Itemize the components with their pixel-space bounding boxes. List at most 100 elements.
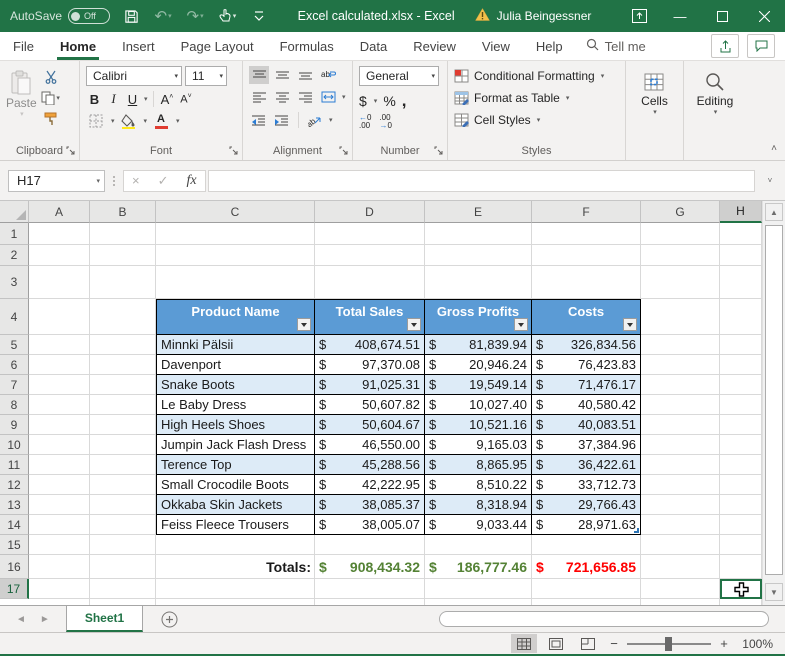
paste-button[interactable]: Paste ▾: [6, 66, 37, 118]
gross-profit-cell[interactable]: $81,839.94: [425, 335, 532, 354]
align-left-icon[interactable]: [249, 88, 269, 106]
gross-profit-cell[interactable]: $10,521.16: [425, 415, 532, 434]
gross-profit-cell[interactable]: $20,946.24: [425, 355, 532, 374]
decrease-indent-icon[interactable]: [249, 111, 269, 129]
new-sheet-icon[interactable]: [161, 606, 178, 632]
zoom-in-icon[interactable]: +: [717, 636, 731, 651]
selected-cell-H17[interactable]: [720, 579, 762, 599]
column-header-B[interactable]: B: [90, 201, 156, 223]
orientation-icon[interactable]: ab: [305, 111, 325, 129]
totals-sales-cell[interactable]: $908,434.32: [315, 555, 425, 579]
minimize-button[interactable]: —: [659, 0, 701, 32]
row-header-9[interactable]: 9: [0, 415, 29, 435]
total-sales-cell[interactable]: $408,674.51: [315, 335, 425, 354]
tab-file[interactable]: File: [0, 32, 47, 60]
normal-view-icon[interactable]: [511, 634, 537, 653]
total-sales-cell[interactable]: $50,604.67: [315, 415, 425, 434]
italic-button[interactable]: I: [105, 91, 122, 107]
tab-formulas[interactable]: Formulas: [267, 32, 347, 60]
name-box[interactable]: H17 ▾: [8, 169, 105, 192]
total-sales-cell[interactable]: $50,607.82: [315, 395, 425, 414]
number-dialog-launcher-icon[interactable]: [434, 146, 444, 156]
vertical-scrollbar[interactable]: ▲ ▼: [762, 201, 785, 605]
row-header-5[interactable]: 5: [0, 335, 29, 355]
select-all-button[interactable]: [0, 201, 29, 223]
user-name[interactable]: Julia Beingessner: [497, 9, 592, 23]
save-icon[interactable]: [120, 4, 142, 28]
clipboard-dialog-launcher-icon[interactable]: [66, 146, 76, 156]
cost-cell[interactable]: $326,834.56: [532, 335, 641, 354]
horizontal-scrollbar[interactable]: [439, 606, 785, 632]
fill-color-icon[interactable]: [119, 112, 139, 130]
total-sales-cell[interactable]: $46,550.00: [315, 435, 425, 454]
product-name-cell[interactable]: Snake Boots: [156, 375, 315, 394]
product-name-cell[interactable]: Terence Top: [156, 455, 315, 474]
row-header-17[interactable]: 17: [0, 579, 29, 599]
row-header-12[interactable]: 12: [0, 475, 29, 495]
expand-formula-bar-icon[interactable]: ˅: [761, 176, 779, 185]
cells-button[interactable]: Cells ▾: [641, 66, 668, 141]
collapse-ribbon-icon[interactable]: ˄: [771, 143, 777, 154]
borders-icon[interactable]: [86, 112, 106, 130]
column-header-H[interactable]: H: [720, 201, 762, 223]
insert-function-icon[interactable]: fx: [187, 173, 197, 189]
increase-indent-icon[interactable]: [272, 111, 292, 129]
underline-button[interactable]: U: [124, 92, 141, 107]
product-name-cell[interactable]: Feiss Fleece Trousers: [156, 515, 315, 534]
table-header-costs[interactable]: Costs: [532, 299, 641, 335]
font-size-select[interactable]: 11 ▾: [185, 66, 227, 86]
page-layout-view-icon[interactable]: [543, 634, 569, 653]
totals-cost-cell[interactable]: $721,656.85: [532, 555, 641, 579]
font-name-select[interactable]: Calibri ▾: [86, 66, 182, 86]
row-header-4[interactable]: 4: [0, 299, 29, 335]
total-sales-cell[interactable]: $42,222.95: [315, 475, 425, 494]
font-dialog-launcher-icon[interactable]: [229, 146, 239, 156]
cell-styles-button[interactable]: Cell Styles ▾: [454, 109, 619, 131]
column-header-C[interactable]: C: [156, 201, 315, 223]
scroll-up-icon[interactable]: ▲: [765, 203, 783, 221]
align-middle-icon[interactable]: [272, 66, 292, 84]
increase-decimal-icon[interactable]: ←0.00: [359, 114, 371, 130]
cancel-icon[interactable]: ×: [132, 173, 140, 188]
sheet-tab-sheet1[interactable]: Sheet1: [65, 606, 144, 632]
next-sheet-icon[interactable]: ►: [40, 614, 50, 625]
zoom-level[interactable]: 100%: [737, 637, 773, 651]
filter-dropdown-icon[interactable]: [623, 318, 637, 331]
cost-cell[interactable]: $71,476.17: [532, 375, 641, 394]
gross-profit-cell[interactable]: $8,865.95: [425, 455, 532, 474]
row-header-13[interactable]: 13: [0, 495, 29, 515]
underline-dropdown-icon[interactable]: ▾: [144, 95, 148, 103]
formula-input[interactable]: [207, 169, 755, 192]
product-name-cell[interactable]: Okkaba Skin Jackets: [156, 495, 315, 514]
total-sales-cell[interactable]: $91,025.31: [315, 375, 425, 394]
column-header-D[interactable]: D: [315, 201, 425, 223]
vertical-scrollbar-thumb[interactable]: [765, 225, 783, 575]
cost-cell[interactable]: $28,971.63: [532, 515, 641, 534]
column-header-G[interactable]: G: [641, 201, 720, 223]
font-color-icon[interactable]: A: [151, 112, 171, 130]
cost-cell[interactable]: $76,423.83: [532, 355, 641, 374]
row-header-3[interactable]: 3: [0, 266, 29, 299]
cost-cell[interactable]: $33,712.73: [532, 475, 641, 494]
align-top-icon[interactable]: [249, 66, 269, 84]
zoom-out-icon[interactable]: −: [607, 636, 621, 651]
row-header-2[interactable]: 2: [0, 245, 29, 266]
formula-bar-grip[interactable]: [108, 175, 120, 186]
cost-cell[interactable]: $40,083.51: [532, 415, 641, 434]
scroll-down-icon[interactable]: ▼: [765, 583, 783, 601]
total-sales-cell[interactable]: $45,288.56: [315, 455, 425, 474]
tab-home[interactable]: Home: [47, 32, 109, 60]
number-format-select[interactable]: General ▾: [359, 66, 439, 86]
tab-review[interactable]: Review: [400, 32, 469, 60]
row-header-14[interactable]: 14: [0, 515, 29, 535]
row-header-8[interactable]: 8: [0, 395, 29, 415]
percent-style-button[interactable]: %: [383, 93, 395, 109]
name-box-dropdown-icon[interactable]: ▾: [96, 177, 100, 185]
align-center-icon[interactable]: [272, 88, 292, 106]
gross-profit-cell[interactable]: $8,318.94: [425, 495, 532, 514]
zoom-slider-thumb[interactable]: [665, 636, 672, 651]
filter-dropdown-icon[interactable]: [514, 318, 528, 331]
bold-button[interactable]: B: [86, 92, 103, 107]
undo-icon[interactable]: ↶ ▾: [152, 4, 174, 28]
row-header-7[interactable]: 7: [0, 375, 29, 395]
